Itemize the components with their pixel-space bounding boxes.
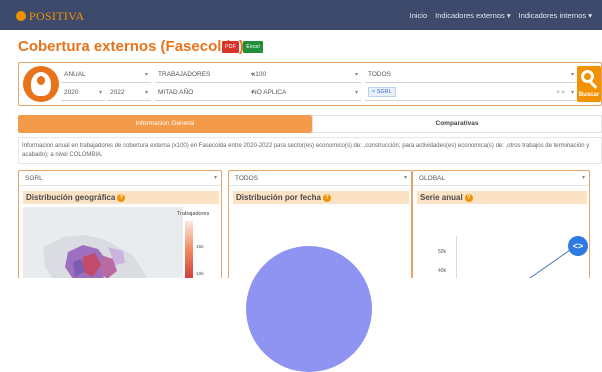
anual-select[interactable]: GLOBAL ▾ <box>413 171 589 186</box>
chevron-down-icon: ▾ <box>570 72 574 78</box>
chevron-down-icon: ▾ <box>354 90 358 96</box>
positiva-logo[interactable]: POSITIVA <box>16 9 85 23</box>
colombia-map[interactable] <box>23 207 183 278</box>
fecha-title: Distribución por fecha? <box>233 191 409 204</box>
actividad-select[interactable]: TODOS ▾ <box>365 67 577 83</box>
excel-button[interactable]: Excel <box>243 41 263 53</box>
escala-select[interactable]: x100 ▾ <box>249 67 361 83</box>
periodicidad-select[interactable]: ANUAL ▾ <box>61 67 151 83</box>
anio-inicio-select[interactable]: 2020 ▾ <box>61 85 105 101</box>
chevron-down-icon: ▾ <box>403 175 407 181</box>
filter-panel: ANUAL ▾ TRABAJADORES ▾ x100 ▾ TODOS ▾ 2020 ▾ … <box>18 62 602 106</box>
chevron-down-icon: ▾ <box>354 72 358 78</box>
y-tick-label: 50k <box>438 249 447 255</box>
nav-inicio[interactable]: Inicio <box>410 11 428 20</box>
page-title: Cobertura externos (Fasecolda) <box>18 38 244 55</box>
chevron-down-icon: ▾ <box>144 72 148 78</box>
pdf-button[interactable]: PDF <box>222 41 239 53</box>
nav-indicadores-externos[interactable]: Indicadores externos ▾ <box>435 11 510 20</box>
chevron-down-icon: ▾ <box>570 90 574 96</box>
anual-title: Serie anual? <box>417 191 587 204</box>
sector-multiselect[interactable]: × SGRL × × ▾ <box>365 85 577 101</box>
geo-select[interactable]: SGRL ▾ <box>19 171 221 186</box>
fecha-select[interactable]: TODOS ▾ <box>229 171 411 186</box>
info-icon[interactable]: ? <box>464 193 473 202</box>
user-avatar-icon <box>23 66 59 102</box>
tab-informacion-general[interactable]: Informacion General <box>18 115 312 133</box>
legend-title: Trabajadores <box>177 211 210 217</box>
main-nav: Inicio Indicadores externos ▾ Indicadore… <box>410 11 592 20</box>
corte-select[interactable]: MITAD AÑO ▾ <box>155 85 257 101</box>
code-icon[interactable]: <> <box>568 236 588 256</box>
top-navbar: POSITIVA Inicio Indicadores externos ▾ I… <box>0 0 602 30</box>
anio-fin-select[interactable]: 2022 ▾ <box>107 85 151 101</box>
search-button[interactable]: Buscar <box>577 66 601 102</box>
aplica-select[interactable]: NO APLICA ▾ <box>249 85 361 101</box>
y-tick-label: 40k <box>438 268 447 274</box>
variable-select[interactable]: TRABAJADORES ▾ <box>155 67 257 83</box>
tabs: Informacion General Comparativas <box>18 115 602 133</box>
logo-text: POSITIVA <box>29 8 85 23</box>
tab-comparativas[interactable]: Comparativas <box>312 115 602 133</box>
sector-tag[interactable]: × SGRL <box>368 87 396 98</box>
legend-tick: 10k <box>196 272 204 277</box>
legend-colorbar <box>185 221 193 278</box>
geo-title: Distribución geográfica? <box>23 191 219 204</box>
legend-tick: 15k <box>196 245 204 250</box>
fecha-pie-chart[interactable] <box>246 246 372 372</box>
logo-mark-icon <box>16 11 26 21</box>
description-text: Informacion anual en trabajadores de cob… <box>18 137 602 164</box>
info-icon[interactable]: ? <box>322 193 331 202</box>
info-icon[interactable]: ? <box>117 193 126 202</box>
chevron-down-icon: ▾ <box>213 175 217 181</box>
chevron-down-icon: ▾ <box>98 90 102 96</box>
nav-indicadores-internos[interactable]: Indicadores internos ▾ <box>519 11 592 20</box>
chevron-down-icon: ▾ <box>581 175 585 181</box>
chevron-down-icon: ▾ <box>144 90 148 96</box>
serie-y-axis <box>456 236 457 278</box>
geo-panel: SGRL ▾ Distribución geográfica? Trabajado… <box>18 170 222 278</box>
clear-icon[interactable]: × × <box>556 85 565 101</box>
